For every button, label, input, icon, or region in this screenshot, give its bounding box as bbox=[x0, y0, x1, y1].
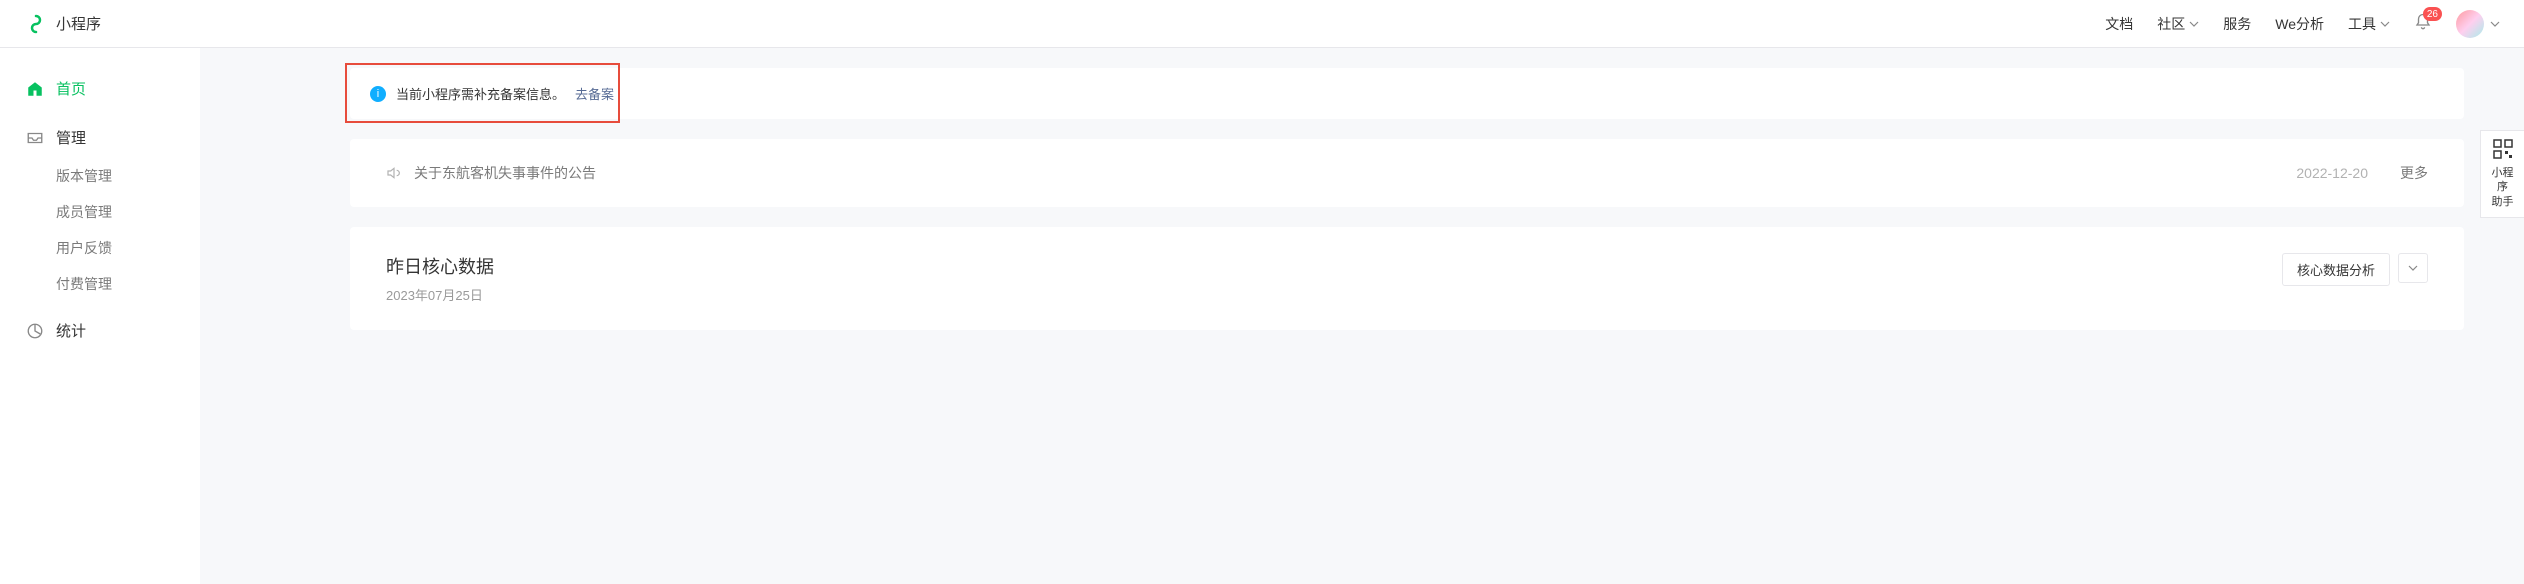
alert-link[interactable]: 去备案 bbox=[575, 84, 614, 103]
chevron-down-icon bbox=[2380, 21, 2390, 27]
nav-analytics[interactable]: We分析 bbox=[2275, 14, 2324, 34]
info-icon: i bbox=[370, 86, 386, 102]
core-data-card: 昨日核心数据 2023年07月25日 核心数据分析 bbox=[350, 227, 2464, 330]
qr-code-icon bbox=[2493, 139, 2513, 159]
core-data-dropdown-button[interactable] bbox=[2398, 253, 2428, 283]
home-icon bbox=[26, 80, 44, 98]
notification-badge: 26 bbox=[2423, 7, 2442, 21]
sidebar-item-label: 首页 bbox=[56, 78, 86, 99]
speaker-icon bbox=[386, 165, 402, 181]
miniprogram-logo-icon bbox=[24, 12, 48, 36]
nav-service[interactable]: 服务 bbox=[2223, 14, 2251, 34]
chevron-down-icon bbox=[2490, 21, 2500, 27]
chevron-down-icon bbox=[2189, 21, 2199, 27]
user-menu[interactable] bbox=[2456, 10, 2500, 38]
sidebar-sub-members[interactable]: 成员管理 bbox=[0, 194, 200, 230]
helper-text-line1: 小程序 bbox=[2487, 166, 2518, 195]
core-data-date: 2023年07月25日 bbox=[386, 285, 494, 304]
sidebar-sub-payment[interactable]: 付费管理 bbox=[0, 266, 200, 302]
sidebar-item-label: 管理 bbox=[56, 127, 86, 148]
helper-text-line2: 助手 bbox=[2487, 195, 2518, 209]
sidebar-item-label: 统计 bbox=[56, 320, 86, 341]
alert-banner: i 当前小程序需补充备案信息。 去备案 bbox=[350, 68, 2464, 119]
announcement-more-link[interactable]: 更多 bbox=[2400, 163, 2428, 183]
nav-docs[interactable]: 文档 bbox=[2105, 14, 2133, 34]
announcement-card: 关于东航客机失事事件的公告 2022-12-20 更多 bbox=[350, 139, 2464, 207]
sidebar-item-manage[interactable]: 管理 bbox=[0, 117, 200, 158]
core-data-title: 昨日核心数据 bbox=[386, 253, 494, 279]
announcement-text[interactable]: 关于东航客机失事事件的公告 bbox=[414, 163, 596, 183]
logo-text: 小程序 bbox=[56, 13, 101, 34]
pie-chart-icon bbox=[26, 322, 44, 340]
notifications-button[interactable]: 26 bbox=[2414, 13, 2432, 34]
sidebar-sub-feedback[interactable]: 用户反馈 bbox=[0, 230, 200, 266]
sidebar-item-home[interactable]: 首页 bbox=[0, 68, 200, 109]
nav-community[interactable]: 社区 bbox=[2157, 14, 2199, 34]
announcement-date: 2022-12-20 bbox=[2296, 165, 2368, 181]
alert-text: 当前小程序需补充备案信息。 bbox=[396, 84, 565, 103]
core-data-analysis-button[interactable]: 核心数据分析 bbox=[2282, 253, 2390, 286]
chevron-down-icon bbox=[2408, 265, 2418, 271]
inbox-icon bbox=[26, 129, 44, 147]
sidebar-sub-version[interactable]: 版本管理 bbox=[0, 158, 200, 194]
avatar bbox=[2456, 10, 2484, 38]
nav-tools[interactable]: 工具 bbox=[2348, 14, 2390, 34]
miniprogram-helper-button[interactable]: 小程序 助手 bbox=[2480, 130, 2524, 218]
sidebar-item-stats[interactable]: 统计 bbox=[0, 310, 200, 351]
